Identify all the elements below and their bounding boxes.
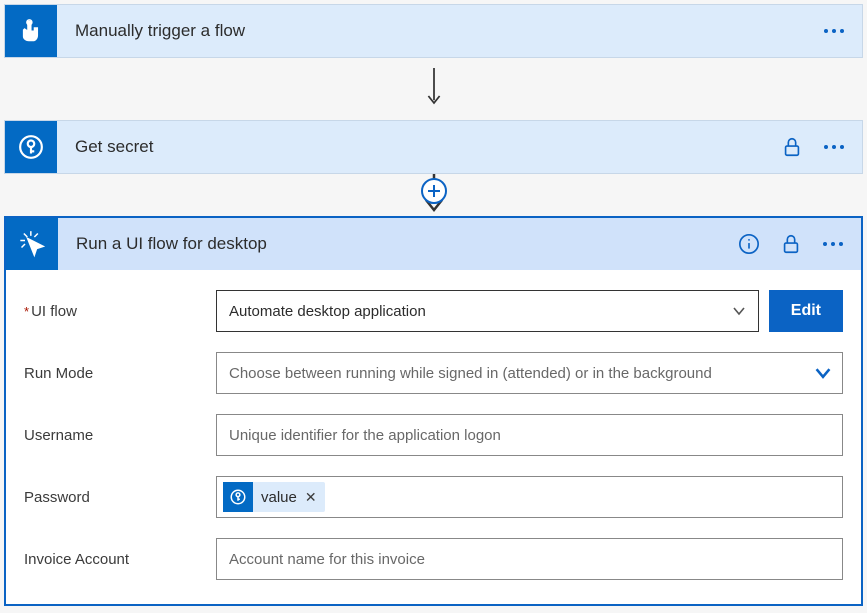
step-header[interactable]: Get secret xyxy=(5,121,862,173)
label-run-mode: Run Mode xyxy=(24,365,216,382)
connector-1 xyxy=(0,58,867,120)
lock-icon[interactable] xyxy=(778,133,806,161)
row-ui-flow: *UI flow Automate desktop application Ed… xyxy=(24,290,843,332)
step-get-secret[interactable]: Get secret xyxy=(4,120,863,174)
keyvault-icon xyxy=(223,482,253,512)
step-title: Get secret xyxy=(57,137,778,157)
more-menu-icon[interactable] xyxy=(820,133,848,161)
token-label: value xyxy=(261,489,297,506)
password-token[interactable]: value ✕ xyxy=(223,482,325,512)
add-step-button[interactable] xyxy=(421,178,447,204)
label-username: Username xyxy=(24,427,216,444)
row-password: Password valu xyxy=(24,476,843,518)
label-password: Password xyxy=(24,489,216,506)
token-remove-icon[interactable]: ✕ xyxy=(305,489,317,506)
keyvault-icon xyxy=(5,121,57,173)
row-run-mode: Run Mode Choose between running while si… xyxy=(24,352,843,394)
step-body: *UI flow Automate desktop application Ed… xyxy=(6,270,861,604)
connector-2 xyxy=(0,174,867,216)
run-mode-select[interactable]: Choose between running while signed in (… xyxy=(216,352,843,394)
row-username: Username Unique identifier for the appli… xyxy=(24,414,843,456)
invoice-account-input[interactable]: Account name for this invoice xyxy=(216,538,843,580)
info-icon[interactable] xyxy=(735,230,763,258)
more-menu-icon[interactable] xyxy=(820,17,848,45)
step-trigger[interactable]: Manually trigger a flow xyxy=(4,4,863,58)
step-title: Run a UI flow for desktop xyxy=(58,234,735,254)
lock-icon[interactable] xyxy=(777,230,805,258)
label-ui-flow: *UI flow xyxy=(24,303,216,320)
step-header[interactable]: Manually trigger a flow xyxy=(5,5,862,57)
trigger-icon xyxy=(5,5,57,57)
step-run-ui-flow: Run a UI flow for desktop xyxy=(4,216,863,606)
username-input[interactable]: Unique identifier for the application lo… xyxy=(216,414,843,456)
label-invoice-account: Invoice Account xyxy=(24,551,216,568)
chevron-down-icon xyxy=(732,304,746,318)
chevron-down-icon xyxy=(814,364,832,382)
row-invoice-account: Invoice Account Account name for this in… xyxy=(24,538,843,580)
step-title: Manually trigger a flow xyxy=(57,21,820,41)
password-input[interactable]: value ✕ xyxy=(216,476,843,518)
more-menu-icon[interactable] xyxy=(819,230,847,258)
ui-flow-icon xyxy=(6,218,58,270)
ui-flow-select[interactable]: Automate desktop application xyxy=(216,290,759,332)
edit-button[interactable]: Edit xyxy=(769,290,843,332)
step-header[interactable]: Run a UI flow for desktop xyxy=(6,218,861,270)
